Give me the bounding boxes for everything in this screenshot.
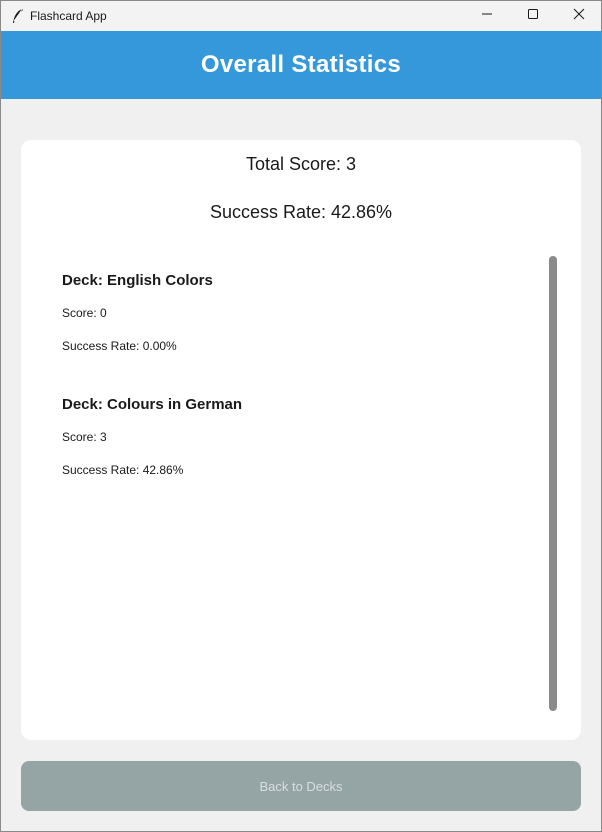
minimize-button[interactable] <box>464 1 510 31</box>
app-window: Flashcard App Overall Statistics Total S… <box>0 0 602 832</box>
success-rate-label: Success Rate: 42.86% <box>209 202 393 222</box>
feather-icon <box>11 8 25 24</box>
maximize-button[interactable] <box>510 1 556 31</box>
close-icon <box>573 7 585 25</box>
deck-stats-item: Deck: Colours in German Score: 3 Success… <box>62 395 542 519</box>
deck-score: Score: 0 <box>62 306 107 320</box>
deck-name: Deck: Colours in German <box>62 396 243 413</box>
deck-stats-list: Deck: English Colors Score: 0 Success Ra… <box>62 271 542 519</box>
statistics-card: Total Score: 3 Success Rate: 42.86% Deck… <box>21 140 581 740</box>
close-button[interactable] <box>556 1 601 31</box>
total-score-label: Total Score: 3 <box>245 154 357 174</box>
title-bar: Flashcard App <box>1 1 601 31</box>
maximize-icon <box>527 7 539 25</box>
deck-name: Deck: English Colors <box>62 272 213 289</box>
scrollbar[interactable] <box>549 256 557 711</box>
minimize-icon <box>481 7 493 25</box>
header-band: Overall Statistics <box>1 31 601 99</box>
page-title: Overall Statistics <box>200 51 402 78</box>
deck-success-rate: Success Rate: 0.00% <box>62 339 177 353</box>
deck-stats-item: Deck: English Colors Score: 0 Success Ra… <box>62 271 542 395</box>
deck-score: Score: 3 <box>62 430 107 444</box>
deck-success-rate: Success Rate: 42.86% <box>62 463 184 477</box>
window-title: Flashcard App <box>30 9 107 23</box>
back-to-decks-button[interactable]: Back to Decks <box>21 761 581 811</box>
